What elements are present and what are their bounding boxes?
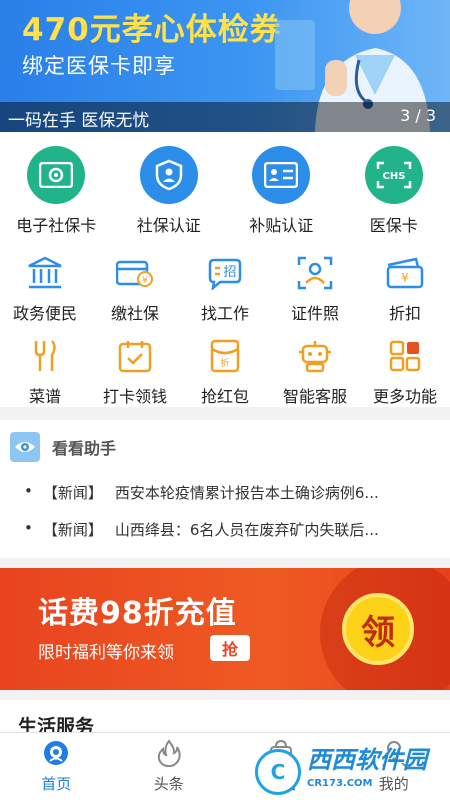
news-headline: 山西绛县：6名人员在废弃矿内失联后...: [114, 521, 379, 539]
news-tag: 【新闻】: [42, 484, 103, 502]
service-label: 抢红包: [200, 387, 249, 406]
tab-label: 首页: [41, 775, 72, 793]
banner-title: 470元孝心体检券: [22, 12, 282, 48]
svg-text:折: 折: [220, 357, 229, 369]
service-label: 政务便民: [12, 304, 77, 323]
service-red-packet[interactable]: 折 抢红包: [180, 337, 270, 407]
service-discount[interactable]: ¥ 折扣: [360, 254, 450, 324]
calendar-check-icon: [116, 337, 154, 375]
social-security-card-icon: [27, 146, 86, 204]
service-label: 社保认证: [136, 216, 201, 235]
watermark-name: 西西软件园: [307, 746, 427, 774]
service-pay-social[interactable]: ¥ 缴社保: [90, 254, 180, 324]
banner-subtitle: 绑定医保卡即享: [22, 54, 176, 78]
service-label: 找工作: [200, 304, 249, 323]
service-label: 电子社保卡: [16, 216, 97, 235]
banner-page-indicator: 3 / 3: [400, 106, 436, 125]
news-tag: 【新闻】: [42, 521, 103, 539]
news-item[interactable]: • 【新闻】 西安本轮疫情累计报告本土确诊病例6...: [24, 482, 420, 503]
recharge-promo-banner[interactable]: 话费98折充值 限时福利等你来领 抢 领: [0, 568, 450, 690]
chs-icon: CHS: [364, 146, 423, 204]
svg-text:¥: ¥: [142, 276, 148, 286]
claim-coin-button[interactable]: 领: [342, 593, 414, 665]
service-subsidy-auth[interactable]: 补贴认证: [225, 146, 338, 236]
svg-text:¥: ¥: [401, 271, 409, 285]
grab-button[interactable]: 抢: [210, 635, 250, 661]
shield-person-icon: [139, 146, 198, 204]
service-medical-card[interactable]: CHS 医保卡: [338, 146, 450, 236]
service-label: 打卡领钱: [102, 387, 167, 406]
service-checkin[interactable]: 打卡领钱: [90, 337, 180, 407]
service-id-photo[interactable]: 证件照: [270, 254, 360, 324]
service-label: 菜谱: [28, 387, 61, 406]
top-banner[interactable]: 470元孝心体检券 绑定医保卡即享 一码在手 医保无忧 3 / 3: [0, 0, 450, 132]
banner-caption: 一码在手 医保无忧: [8, 111, 150, 131]
service-gov[interactable]: 政务便民: [0, 254, 90, 324]
service-label: 更多功能: [372, 387, 437, 406]
eye-icon: [10, 432, 40, 462]
tab-home[interactable]: 首页: [0, 733, 113, 800]
robot-icon: [296, 337, 334, 375]
service-social-card[interactable]: 电子社保卡: [0, 146, 113, 236]
service-label: 缴社保: [110, 304, 159, 323]
tab-headlines[interactable]: 头条: [113, 733, 226, 800]
payment-card-icon: ¥: [116, 254, 154, 292]
service-recipe[interactable]: 菜谱: [0, 337, 90, 407]
recipe-utensils-icon: [26, 337, 64, 375]
svg-text:CHS: CHS: [382, 171, 405, 182]
promo-subtitle: 限时福利等你来领: [38, 643, 174, 663]
primary-services-row: 电子社保卡 社保认证 补贴认证 CHS 医保卡: [0, 146, 450, 236]
service-label: 智能客服: [282, 387, 347, 406]
news-title: 看看助手: [52, 439, 117, 458]
service-label: 医保卡: [369, 216, 418, 235]
tab-label: 头条: [153, 775, 184, 793]
news-headline: 西安本轮疫情累计报告本土确诊病例6...: [114, 484, 379, 502]
service-label: 折扣: [388, 304, 421, 323]
id-photo-icon: [296, 254, 334, 292]
service-smart-support[interactable]: 智能客服: [270, 337, 360, 407]
government-building-icon: [26, 254, 64, 292]
secondary-services-row-1: 政务便民 ¥ 缴社保 招 找工作 证件照 ¥ 折扣: [0, 254, 450, 324]
more-grid-icon: [386, 337, 424, 375]
service-more[interactable]: 更多功能: [360, 337, 450, 407]
watermark-url: CR173.COM: [307, 778, 373, 789]
promo-title: 话费98折充值: [38, 596, 237, 631]
service-social-auth[interactable]: 社保认证: [113, 146, 226, 236]
id-card-icon: [252, 146, 311, 204]
news-assistant-card: 看看助手 • 【新闻】 西安本轮疫情累计报告本土确诊病例6... • 【新闻】 …: [0, 420, 450, 558]
watermark-text: 西西软件园 CR173.COM: [307, 748, 427, 796]
bullet-dot: •: [24, 482, 33, 500]
news-header[interactable]: 看看助手: [10, 432, 116, 462]
flame-icon: [155, 739, 183, 767]
service-grid: 电子社保卡 社保认证 补贴认证 CHS 医保卡 政务便民 ¥ 缴社保 招 找工作…: [0, 132, 450, 407]
bullet-dot: •: [24, 519, 33, 537]
coupon-icon: ¥: [386, 254, 424, 292]
watermark-logo: C: [255, 749, 301, 795]
service-label: 证件照: [290, 304, 339, 323]
svg-text:招: 招: [223, 265, 236, 280]
secondary-services-row-2: 菜谱 打卡领钱 折 抢红包 智能客服 更多功能: [0, 337, 450, 407]
service-label: 补贴认证: [249, 216, 314, 235]
news-item[interactable]: • 【新闻】 山西绛县：6名人员在废弃矿内失联后...: [24, 519, 420, 540]
red-packet-icon: 折: [206, 337, 244, 375]
recruit-chat-icon: 招: [206, 254, 244, 292]
site-watermark: C 西西软件园 CR173.COM: [255, 748, 445, 796]
banner-caption-bar: 一码在手 医保无忧 3 / 3: [0, 102, 450, 132]
home-icon: [42, 739, 70, 767]
service-find-job[interactable]: 招 找工作: [180, 254, 270, 324]
